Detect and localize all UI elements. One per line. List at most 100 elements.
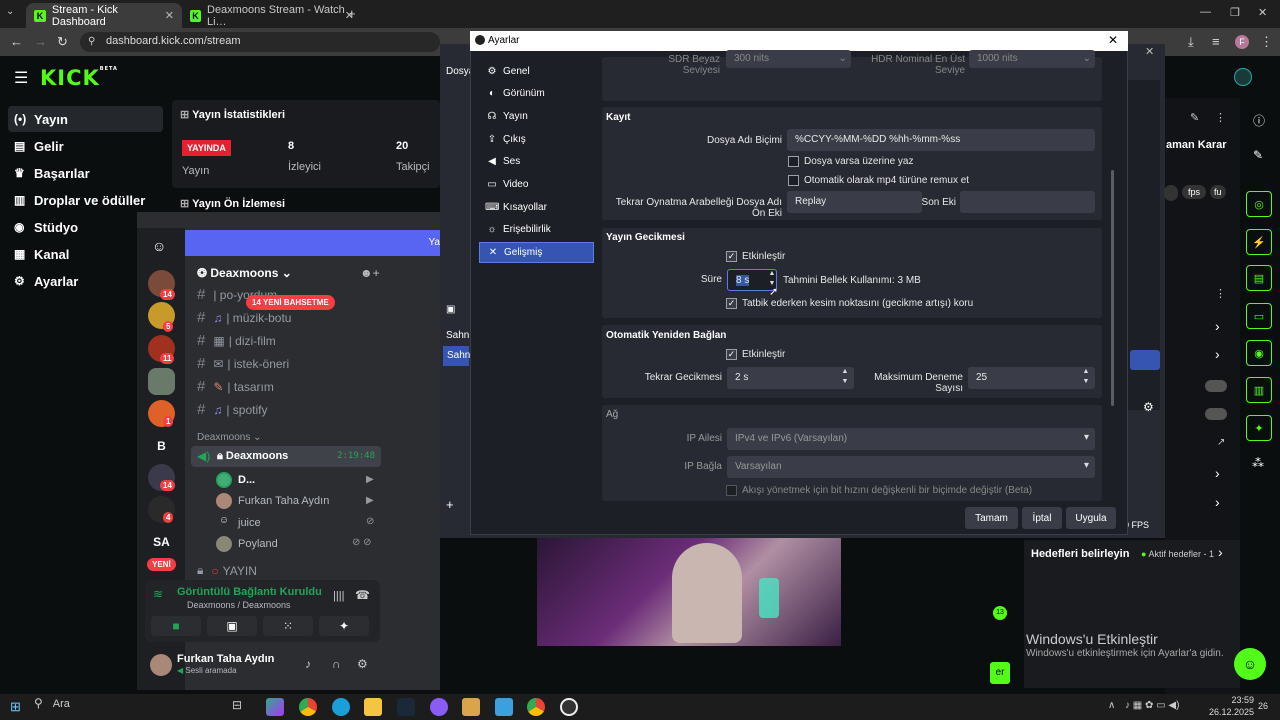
- microphone-icon[interactable]: ♪: [305, 657, 311, 671]
- apply-button[interactable]: Uygula: [1066, 507, 1116, 529]
- nav-video[interactable]: ▭ Video: [479, 174, 594, 195]
- discord-home-icon[interactable]: ☺: [152, 238, 166, 254]
- restore-icon[interactable]: ❐: [1230, 6, 1240, 19]
- reload-icon[interactable]: ↻: [57, 34, 68, 50]
- chevron-right-icon[interactable]: ›: [1218, 544, 1223, 560]
- hamburger-menu-icon[interactable]: ☰: [14, 68, 28, 88]
- replay-prefix-input[interactable]: Replay: [787, 191, 922, 213]
- obs-scene-item[interactable]: Sahn: [443, 346, 470, 366]
- tray-chevron-icon[interactable]: ∧: [1108, 700, 1115, 711]
- settings-scrollbar[interactable]: [1111, 170, 1114, 406]
- pen-icon[interactable]: ✎: [1253, 148, 1263, 162]
- edge-icon[interactable]: [332, 698, 350, 716]
- sdr-field[interactable]: 300 nits ⌄: [726, 50, 851, 68]
- sidebar-item-yayin[interactable]: (•) Yayın: [8, 106, 163, 132]
- avatar[interactable]: [150, 654, 172, 676]
- task-view-icon[interactable]: ⊟: [232, 698, 250, 716]
- sidebar-item-droplar[interactable]: ▥ Droplar ve ödüller: [8, 187, 163, 213]
- site-info-icon[interactable]: ⚲: [88, 36, 95, 47]
- channel-item[interactable]: 🔒︎ ○ YAYIN: [197, 563, 257, 578]
- nav-gelismis[interactable]: ✕ Gelişmiş: [479, 242, 594, 263]
- max-retries-input[interactable]: 25 ▲ ▼: [968, 367, 1095, 389]
- nav-genel[interactable]: ⚙ Genel: [479, 61, 594, 82]
- profile-avatar[interactable]: F: [1235, 35, 1249, 49]
- user-avatar[interactable]: [1234, 68, 1252, 86]
- more-icon[interactable]: ⋮: [1215, 287, 1226, 300]
- toggle-switch[interactable]: [1205, 408, 1227, 420]
- notification-count[interactable]: 26: [1258, 701, 1268, 711]
- copilot-icon[interactable]: [266, 698, 284, 716]
- chevron-right-icon[interactable]: ›: [1215, 494, 1220, 510]
- tray-icons[interactable]: ♪ ▦ ✿ ▭ ◀): [1125, 700, 1179, 711]
- fu-chip[interactable]: fu: [1210, 185, 1226, 199]
- sidebar-item-gelir[interactable]: ▤ Gelir: [8, 133, 163, 159]
- nav-kisayollar[interactable]: ⌨ Kısayollar: [479, 197, 594, 218]
- taskbar-search[interactable]: ⚲ Ara: [34, 696, 214, 718]
- steam-icon[interactable]: [397, 698, 415, 716]
- noise-icon[interactable]: ||||: [333, 590, 344, 602]
- app-icon[interactable]: [430, 698, 448, 716]
- chat-icon[interactable]: ▭: [1246, 303, 1272, 329]
- channel-item[interactable]: # ▦ | dizi-film: [197, 332, 276, 349]
- channel-item[interactable]: # ✎ | tasarım: [197, 378, 274, 395]
- more-icon[interactable]: ⋮: [1215, 111, 1226, 124]
- voice-user[interactable]: ☺ juice: [216, 515, 261, 531]
- overwrite-checkbox[interactable]: Dosya varsa üzerine yaz: [788, 156, 914, 167]
- screen-share-button[interactable]: ▣: [207, 616, 257, 636]
- category-label[interactable]: Deaxmoons ⌄: [197, 432, 262, 443]
- hdr-field[interactable]: 1000 nits ⌄: [969, 50, 1095, 68]
- headphones-icon[interactable]: ∩: [332, 657, 341, 671]
- preserve-cutoff-checkbox[interactable]: ✓ Tatbik ederken kesim noktasını (gecikme…: [726, 298, 973, 309]
- settings-gear-icon[interactable]: ⚙: [1143, 400, 1154, 414]
- server-sa[interactable]: SA: [148, 528, 175, 555]
- clock-date[interactable]: 26.12.2025: [1204, 707, 1254, 717]
- document-icon[interactable]: ▤: [1246, 265, 1272, 291]
- replay-suffix-input[interactable]: [960, 191, 1095, 213]
- voice-user[interactable]: Poyland: [216, 536, 278, 552]
- lightning-icon[interactable]: ⚡: [1246, 229, 1272, 255]
- back-icon[interactable]: ←: [10, 34, 23, 49]
- invite-people-icon[interactable]: ☻+: [360, 266, 380, 280]
- chip[interactable]: [1164, 185, 1178, 201]
- nav-gorunum[interactable]: ◐ Görünüm: [479, 83, 594, 104]
- close-window-icon[interactable]: ✕: [1258, 6, 1267, 19]
- soundboard-button[interactable]: ✦: [319, 616, 369, 636]
- camera-button[interactable]: ■: [151, 616, 201, 636]
- minimize-icon[interactable]: —: [1200, 6, 1211, 18]
- channel-item[interactable]: # ✉ | istek-öneri: [197, 355, 289, 372]
- tab-list-icon[interactable]: ⌄: [6, 6, 14, 17]
- channel-item[interactable]: # ♫ | müzik-botu: [197, 309, 291, 326]
- help-chat-icon[interactable]: ☺: [1234, 648, 1266, 680]
- windows-start-icon[interactable]: ⊞: [10, 699, 21, 715]
- url-bar[interactable]: dashboard.kick.com/stream: [80, 32, 440, 52]
- ok-button[interactable]: Tamam: [965, 507, 1018, 529]
- nav-ses[interactable]: ◀ Ses: [479, 151, 594, 172]
- ip-bind-select[interactable]: Varsayılan ▾: [727, 456, 1095, 478]
- retry-delay-input[interactable]: 2 s ▲ ▼: [727, 367, 854, 389]
- obs-add-scene-icon[interactable]: +: [446, 497, 454, 512]
- file-explorer-icon[interactable]: [364, 698, 382, 716]
- layout-icon[interactable]: ▥: [1246, 377, 1272, 403]
- server-name[interactable]: ❂ Deaxmoons ⌄: [197, 266, 292, 280]
- fps-chip[interactable]: fps: [1182, 185, 1207, 199]
- chevron-right-icon[interactable]: ›: [1215, 465, 1220, 481]
- channel-item[interactable]: # ♫ | spotify: [197, 401, 267, 418]
- ip-family-select[interactable]: IPv4 ve IPv6 (Varsayılan) ▾: [727, 428, 1095, 450]
- new-mentions-badge[interactable]: 14 YENİ BAHSETME: [246, 295, 335, 310]
- disconnect-icon[interactable]: ☎: [355, 588, 370, 602]
- nav-yayin[interactable]: ☊ Yayın: [479, 106, 594, 127]
- remux-checkbox[interactable]: Otomatik olarak mp4 türüne remux et: [788, 175, 969, 186]
- user-settings-icon[interactable]: ⚙: [357, 657, 368, 671]
- target-icon[interactable]: ◎: [1246, 191, 1272, 217]
- app-icon[interactable]: [495, 698, 513, 716]
- voice-channel-row[interactable]: ◀) 🔒︎ Deaxmoons 2:19:48: [191, 446, 381, 467]
- menu-dots-icon[interactable]: ⋮: [1260, 34, 1273, 50]
- sidebar-item-basarilar[interactable]: ♛ Başarılar: [8, 160, 163, 186]
- server-b[interactable]: B: [148, 432, 175, 459]
- chevron-right-icon[interactable]: ›: [1215, 318, 1220, 334]
- toggle-switch[interactable]: [1205, 380, 1227, 392]
- info-icon[interactable]: ⓘ: [1253, 112, 1265, 129]
- forward-icon[interactable]: →: [34, 34, 47, 49]
- reconnect-enable-checkbox[interactable]: ✓ Etkinleştir: [726, 349, 785, 360]
- dialog-close-icon[interactable]: ✕: [1108, 33, 1118, 47]
